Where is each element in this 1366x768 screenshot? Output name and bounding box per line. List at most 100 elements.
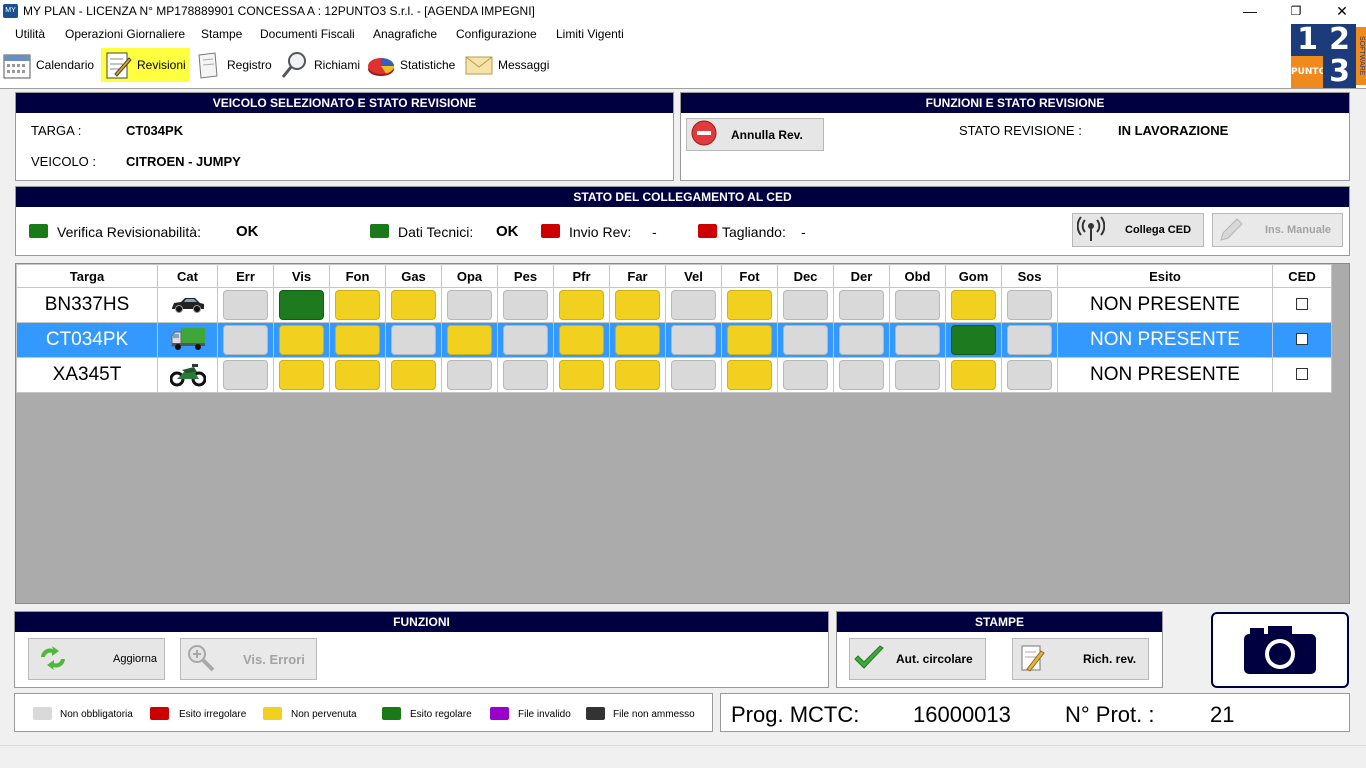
toolbar-richiami[interactable]: Richiami (280, 48, 362, 82)
esito-cell[interactable]: NON PRESENTE (1057, 357, 1273, 393)
toolbar-revisioni[interactable]: Revisioni (101, 48, 189, 82)
col-header[interactable]: Esito (1057, 264, 1273, 288)
check-cell-far[interactable] (609, 357, 666, 393)
menu-utilita[interactable]: Utilità (15, 27, 45, 41)
check-cell-vel[interactable] (665, 357, 722, 393)
check-cell-fon[interactable] (329, 287, 386, 323)
check-cell-vis[interactable] (273, 287, 330, 323)
check-cell-obd[interactable] (889, 287, 946, 323)
menu-operazioni-giornaliere[interactable]: Operazioni Giornaliere (65, 27, 185, 41)
menu-configurazione[interactable]: Configurazione (456, 27, 537, 41)
ced-checkbox[interactable] (1296, 332, 1308, 345)
col-header[interactable]: Opa (441, 264, 498, 288)
ins-manuale-button[interactable]: Ins. Manuale (1212, 213, 1343, 247)
table-row[interactable]: BN337HS NON PRESENTE (16, 287, 1332, 323)
targa-cell[interactable]: XA345T (16, 357, 158, 393)
col-header[interactable]: Cat (157, 264, 218, 288)
check-cell-vis[interactable] (273, 357, 330, 393)
rich-rev-button[interactable]: Rich. rev. (1012, 638, 1149, 680)
col-header[interactable]: Obd (889, 264, 946, 288)
collega-ced-button[interactable]: Collega CED (1072, 213, 1204, 247)
cat-cell[interactable] (157, 357, 218, 393)
aggiorna-button[interactable]: Aggiorna (28, 638, 165, 680)
check-cell-obd[interactable] (889, 357, 946, 393)
check-cell-opa[interactable] (441, 287, 498, 323)
check-cell-gom[interactable] (945, 322, 1002, 358)
check-cell-opa[interactable] (441, 357, 498, 393)
check-cell-err[interactable] (217, 287, 274, 323)
menu-limiti-vigenti[interactable]: Limiti Vigenti (556, 27, 624, 41)
table-row[interactable]: CT034PK NON PRESENTE (16, 322, 1332, 358)
restore-button[interactable]: ❐ (1273, 0, 1319, 23)
check-cell-pes[interactable] (497, 357, 554, 393)
check-cell-sos[interactable] (1001, 287, 1058, 323)
col-header[interactable]: Fon (329, 264, 386, 288)
check-cell-far[interactable] (609, 287, 666, 323)
check-cell-gom[interactable] (945, 287, 1002, 323)
table-row[interactable]: XA345T NON PRESENTE (16, 357, 1332, 393)
check-cell-dec[interactable] (777, 357, 834, 393)
toolbar-statistiche[interactable]: Statistiche (366, 48, 458, 82)
check-cell-der[interactable] (833, 357, 890, 393)
menu-documenti-fiscali[interactable]: Documenti Fiscali (260, 27, 355, 41)
ced-cell[interactable] (1272, 287, 1332, 323)
check-cell-opa[interactable] (441, 322, 498, 358)
check-cell-gas[interactable] (385, 322, 442, 358)
col-header[interactable]: Sos (1001, 264, 1058, 288)
annulla-rev-button[interactable]: Annulla Rev. (686, 118, 824, 151)
aut-circolare-button[interactable]: Aut. circolare (849, 638, 986, 680)
check-cell-sos[interactable] (1001, 357, 1058, 393)
col-header[interactable]: CED (1272, 264, 1332, 288)
menu-stampe[interactable]: Stampe (201, 27, 242, 41)
check-cell-der[interactable] (833, 287, 890, 323)
ced-checkbox[interactable] (1296, 367, 1308, 380)
vis-errori-button[interactable]: Vis. Errori (180, 638, 317, 680)
col-header[interactable]: Targa (16, 264, 158, 288)
check-cell-pes[interactable] (497, 287, 554, 323)
check-cell-vel[interactable] (665, 287, 722, 323)
check-cell-fon[interactable] (329, 357, 386, 393)
esito-cell[interactable]: NON PRESENTE (1057, 322, 1273, 358)
col-header[interactable]: Fot (721, 264, 778, 288)
menu-anagrafiche[interactable]: Anagrafiche (373, 27, 437, 41)
ced-cell[interactable] (1272, 357, 1332, 393)
check-cell-vel[interactable] (665, 322, 722, 358)
check-cell-gas[interactable] (385, 287, 442, 323)
minimize-button[interactable]: — (1227, 0, 1273, 23)
check-cell-err[interactable] (217, 322, 274, 358)
col-header[interactable]: Err (217, 264, 274, 288)
check-cell-obd[interactable] (889, 322, 946, 358)
check-cell-vis[interactable] (273, 322, 330, 358)
check-cell-fon[interactable] (329, 322, 386, 358)
check-cell-fot[interactable] (721, 357, 778, 393)
col-header[interactable]: Gas (385, 264, 442, 288)
cat-cell[interactable] (157, 287, 218, 323)
check-cell-gas[interactable] (385, 357, 442, 393)
check-cell-pes[interactable] (497, 322, 554, 358)
camera-button[interactable] (1211, 612, 1349, 688)
col-header[interactable]: Far (609, 264, 666, 288)
col-header[interactable]: Dec (777, 264, 834, 288)
col-header[interactable]: Der (833, 264, 890, 288)
check-cell-fot[interactable] (721, 287, 778, 323)
toolbar-registro[interactable]: Registro (193, 48, 273, 82)
esito-cell[interactable]: NON PRESENTE (1057, 287, 1273, 323)
check-cell-der[interactable] (833, 322, 890, 358)
check-cell-gom[interactable] (945, 357, 1002, 393)
col-header[interactable]: Vis (273, 264, 330, 288)
check-cell-dec[interactable] (777, 322, 834, 358)
check-cell-dec[interactable] (777, 287, 834, 323)
cat-cell[interactable] (157, 322, 218, 358)
col-header[interactable]: Pes (497, 264, 554, 288)
toolbar-messaggi[interactable]: Messaggi (464, 48, 554, 82)
col-header[interactable]: Pfr (553, 264, 610, 288)
close-button[interactable]: ✕ (1319, 0, 1365, 23)
col-header[interactable]: Gom (945, 264, 1002, 288)
check-cell-far[interactable] (609, 322, 666, 358)
targa-cell[interactable]: CT034PK (16, 322, 158, 358)
check-cell-err[interactable] (217, 357, 274, 393)
check-cell-pfr[interactable] (553, 357, 610, 393)
check-cell-sos[interactable] (1001, 322, 1058, 358)
check-cell-pfr[interactable] (553, 287, 610, 323)
col-header[interactable]: Vel (665, 264, 722, 288)
